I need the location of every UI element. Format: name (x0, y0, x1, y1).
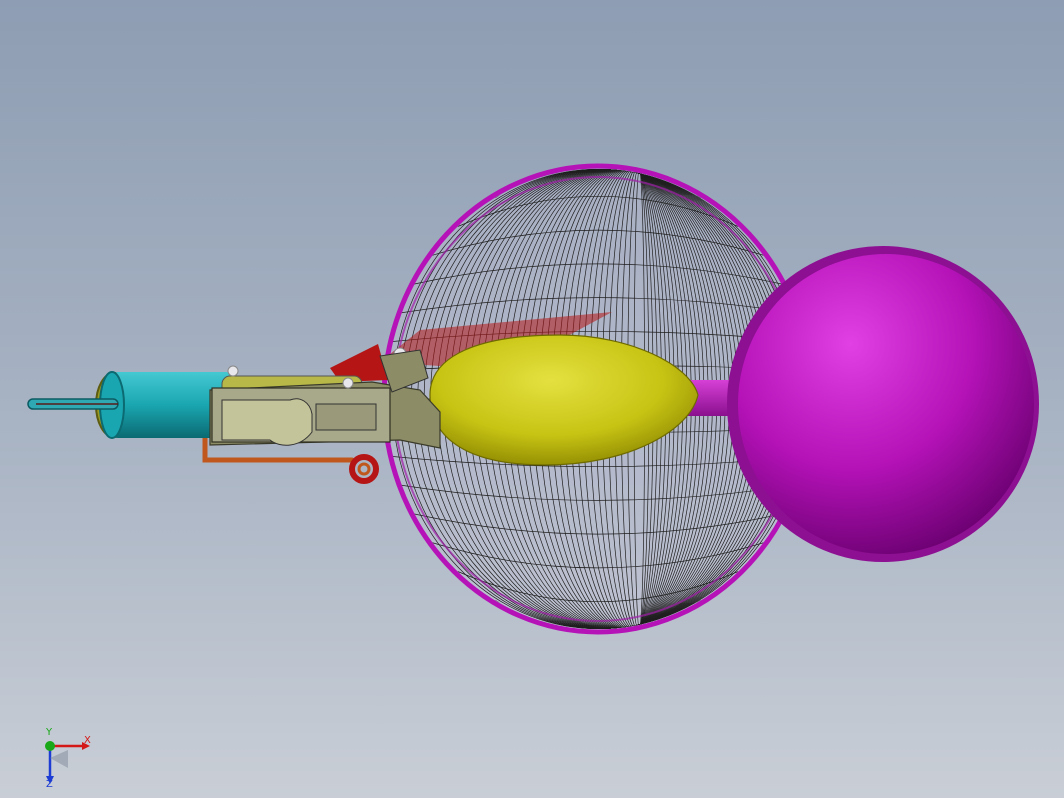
magenta-ball-body (738, 254, 1034, 554)
orientation-triad[interactable]: X Y Z (28, 728, 108, 792)
model-scene[interactable] (0, 0, 1064, 798)
clamp-slot (315, 403, 377, 431)
cad-viewport[interactable]: X Y Z (0, 0, 1064, 798)
clamp-assembly[interactable] (209, 347, 441, 449)
triad-y-label: Y (46, 727, 53, 738)
triad-shadow (50, 750, 68, 768)
clamp-pin-mid (342, 377, 354, 389)
triad-y-dot (45, 741, 55, 751)
clamp-pin-left (227, 365, 239, 377)
triad-x-label: X (84, 735, 91, 746)
triad-axes (45, 741, 90, 784)
clamp-jaw (221, 398, 313, 446)
solid-magenta-sphere[interactable] (727, 246, 1039, 562)
triad-z-label: Z (46, 779, 53, 790)
teal-cylinder[interactable] (27, 371, 232, 439)
